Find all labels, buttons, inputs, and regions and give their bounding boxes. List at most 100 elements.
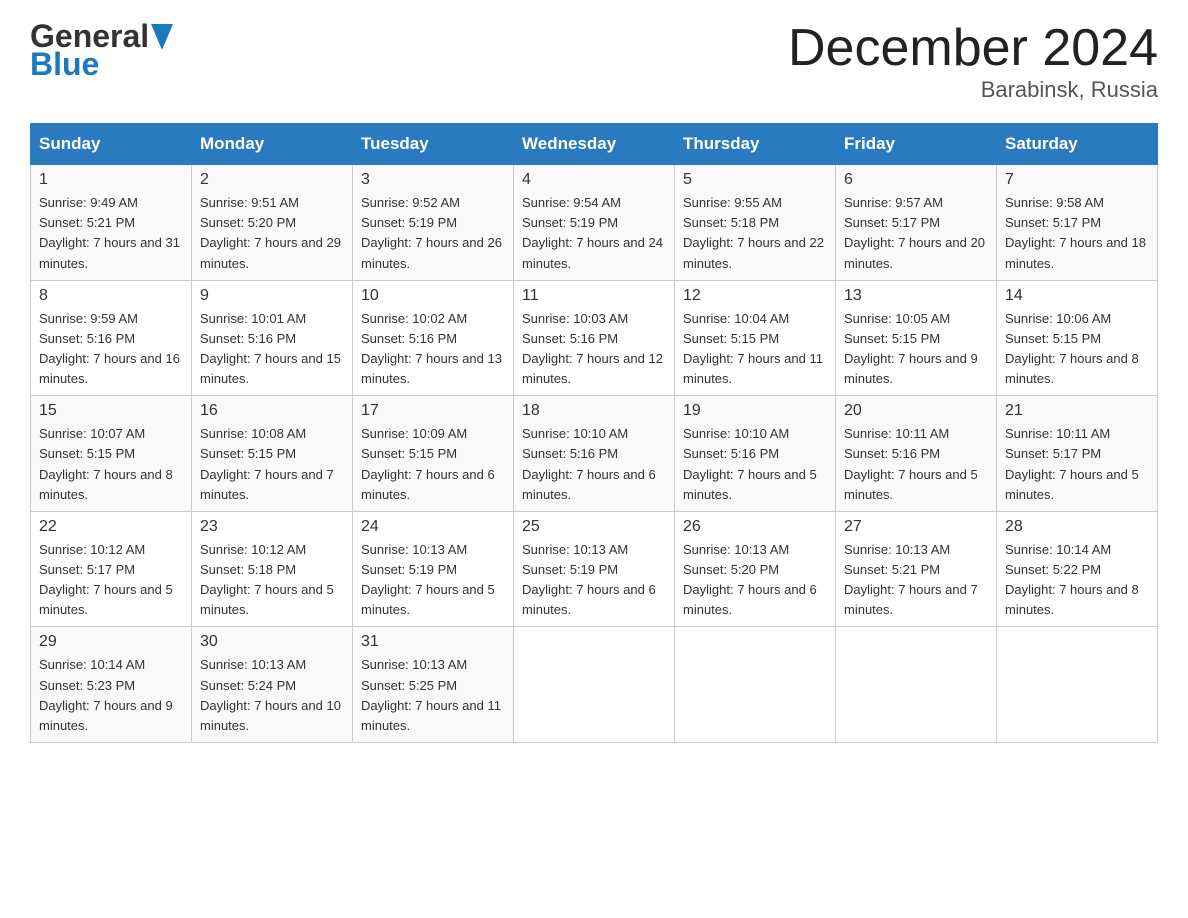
day-info: Sunrise: 9:59 AMSunset: 5:16 PMDaylight:… xyxy=(39,309,183,390)
day-info: Sunrise: 10:08 AMSunset: 5:15 PMDaylight… xyxy=(200,424,344,505)
calendar-cell: 19 Sunrise: 10:10 AMSunset: 5:16 PMDaylig… xyxy=(675,396,836,512)
day-number: 3 xyxy=(361,171,505,189)
day-info: Sunrise: 10:12 AMSunset: 5:18 PMDaylight… xyxy=(200,540,344,621)
day-number: 7 xyxy=(1005,171,1149,189)
day-info: Sunrise: 9:58 AMSunset: 5:17 PMDaylight:… xyxy=(1005,193,1149,274)
calendar-cell: 15 Sunrise: 10:07 AMSunset: 5:15 PMDaylig… xyxy=(31,396,192,512)
day-number: 12 xyxy=(683,287,827,305)
calendar-table: SundayMondayTuesdayWednesdayThursdayFrid… xyxy=(30,123,1158,743)
day-number: 15 xyxy=(39,402,183,420)
calendar-cell xyxy=(514,627,675,743)
calendar-cell: 28 Sunrise: 10:14 AMSunset: 5:22 PMDaylig… xyxy=(997,511,1158,627)
calendar-cell: 3 Sunrise: 9:52 AMSunset: 5:19 PMDaylight… xyxy=(353,165,514,281)
calendar-week-1: 1 Sunrise: 9:49 AMSunset: 5:21 PMDaylight… xyxy=(31,165,1158,281)
day-number: 17 xyxy=(361,402,505,420)
day-info: Sunrise: 10:05 AMSunset: 5:15 PMDaylight… xyxy=(844,309,988,390)
day-number: 14 xyxy=(1005,287,1149,305)
calendar-cell xyxy=(836,627,997,743)
day-number: 31 xyxy=(361,633,505,651)
day-number: 1 xyxy=(39,171,183,189)
calendar-cell: 29 Sunrise: 10:14 AMSunset: 5:23 PMDaylig… xyxy=(31,627,192,743)
weekday-header-tuesday: Tuesday xyxy=(353,124,514,165)
day-info: Sunrise: 10:14 AMSunset: 5:22 PMDaylight… xyxy=(1005,540,1149,621)
day-info: Sunrise: 10:03 AMSunset: 5:16 PMDaylight… xyxy=(522,309,666,390)
day-info: Sunrise: 10:13 AMSunset: 5:25 PMDaylight… xyxy=(361,655,505,736)
calendar-cell: 4 Sunrise: 9:54 AMSunset: 5:19 PMDaylight… xyxy=(514,165,675,281)
calendar-cell: 27 Sunrise: 10:13 AMSunset: 5:21 PMDaylig… xyxy=(836,511,997,627)
calendar-cell xyxy=(675,627,836,743)
calendar-cell: 17 Sunrise: 10:09 AMSunset: 5:15 PMDaylig… xyxy=(353,396,514,512)
day-info: Sunrise: 9:49 AMSunset: 5:21 PMDaylight:… xyxy=(39,193,183,274)
day-number: 19 xyxy=(683,402,827,420)
day-number: 18 xyxy=(522,402,666,420)
calendar-cell: 24Sunrise: 10:13 AMSunset: 5:19 PMDaylig… xyxy=(353,511,514,627)
day-info: Sunrise: 10:13 AMSunset: 5:19 PMDaylight… xyxy=(522,540,666,621)
day-number: 4 xyxy=(522,171,666,189)
day-info: Sunrise: 10:10 AMSunset: 5:16 PMDaylight… xyxy=(522,424,666,505)
weekday-header-saturday: Saturday xyxy=(997,124,1158,165)
weekday-header-sunday: Sunday xyxy=(31,124,192,165)
day-number: 2 xyxy=(200,171,344,189)
day-number: 28 xyxy=(1005,518,1149,536)
calendar-cell: 11 Sunrise: 10:03 AMSunset: 5:16 PMDaylig… xyxy=(514,280,675,396)
day-number: 25 xyxy=(522,518,666,536)
day-info: Sunrise: 10:12 AMSunset: 5:17 PMDaylight… xyxy=(39,540,183,621)
calendar-body: 1 Sunrise: 9:49 AMSunset: 5:21 PMDaylight… xyxy=(31,165,1158,743)
weekday-row: SundayMondayTuesdayWednesdayThursdayFrid… xyxy=(31,124,1158,165)
day-info: Sunrise: 10:14 AMSunset: 5:23 PMDaylight… xyxy=(39,655,183,736)
day-info: Sunrise: 10:13 AMSunset: 5:24 PMDaylight… xyxy=(200,655,344,736)
title-block: December 2024 Barabinsk, Russia xyxy=(788,20,1158,103)
day-info: Sunrise: 10:10 AMSunset: 5:16 PMDaylight… xyxy=(683,424,827,505)
calendar-header: SundayMondayTuesdayWednesdayThursdayFrid… xyxy=(31,124,1158,165)
calendar-cell: 18 Sunrise: 10:10 AMSunset: 5:16 PMDaylig… xyxy=(514,396,675,512)
day-info: Sunrise: 9:52 AMSunset: 5:19 PMDaylight:… xyxy=(361,193,505,274)
calendar-cell: 7 Sunrise: 9:58 AMSunset: 5:17 PMDaylight… xyxy=(997,165,1158,281)
day-info: Sunrise: 10:13 AMSunset: 5:21 PMDaylight… xyxy=(844,540,988,621)
calendar-week-4: 22Sunrise: 10:12 AMSunset: 5:17 PMDaylig… xyxy=(31,511,1158,627)
day-number: 27 xyxy=(844,518,988,536)
calendar-cell: 25 Sunrise: 10:13 AMSunset: 5:19 PMDaylig… xyxy=(514,511,675,627)
weekday-header-monday: Monday xyxy=(192,124,353,165)
logo-triangle-icon xyxy=(151,24,173,50)
day-info: Sunrise: 10:11 AMSunset: 5:17 PMDaylight… xyxy=(1005,424,1149,505)
calendar-cell: 30Sunrise: 10:13 AMSunset: 5:24 PMDaylig… xyxy=(192,627,353,743)
day-info: Sunrise: 10:02 AMSunset: 5:16 PMDaylight… xyxy=(361,309,505,390)
day-number: 11 xyxy=(522,287,666,305)
day-number: 29 xyxy=(39,633,183,651)
day-number: 20 xyxy=(844,402,988,420)
month-title: December 2024 xyxy=(788,20,1158,77)
day-number: 23 xyxy=(200,518,344,536)
day-info: Sunrise: 10:06 AMSunset: 5:15 PMDaylight… xyxy=(1005,309,1149,390)
day-info: Sunrise: 10:11 AMSunset: 5:16 PMDaylight… xyxy=(844,424,988,505)
day-info: Sunrise: 9:57 AMSunset: 5:17 PMDaylight:… xyxy=(844,193,988,274)
day-info: Sunrise: 9:55 AMSunset: 5:18 PMDaylight:… xyxy=(683,193,827,274)
day-info: Sunrise: 10:09 AMSunset: 5:15 PMDaylight… xyxy=(361,424,505,505)
calendar-cell: 22Sunrise: 10:12 AMSunset: 5:17 PMDaylig… xyxy=(31,511,192,627)
page-header: General Blue December 2024 Barabinsk, Ru… xyxy=(30,20,1158,103)
weekday-header-wednesday: Wednesday xyxy=(514,124,675,165)
weekday-header-thursday: Thursday xyxy=(675,124,836,165)
location: Barabinsk, Russia xyxy=(788,77,1158,103)
day-number: 21 xyxy=(1005,402,1149,420)
day-number: 9 xyxy=(200,287,344,305)
day-number: 24 xyxy=(361,518,505,536)
day-info: Sunrise: 10:04 AMSunset: 5:15 PMDaylight… xyxy=(683,309,827,390)
calendar-cell: 21 Sunrise: 10:11 AMSunset: 5:17 PMDaylig… xyxy=(997,396,1158,512)
day-info: Sunrise: 10:01 AMSunset: 5:16 PMDaylight… xyxy=(200,309,344,390)
day-number: 8 xyxy=(39,287,183,305)
day-number: 5 xyxy=(683,171,827,189)
logo-blue: Blue xyxy=(30,48,99,80)
day-number: 10 xyxy=(361,287,505,305)
day-info: Sunrise: 9:54 AMSunset: 5:19 PMDaylight:… xyxy=(522,193,666,274)
day-number: 16 xyxy=(200,402,344,420)
calendar-week-2: 8 Sunrise: 9:59 AMSunset: 5:16 PMDaylight… xyxy=(31,280,1158,396)
calendar-cell: 10 Sunrise: 10:02 AMSunset: 5:16 PMDaylig… xyxy=(353,280,514,396)
calendar-cell: 26Sunrise: 10:13 AMSunset: 5:20 PMDaylig… xyxy=(675,511,836,627)
day-info: Sunrise: 10:07 AMSunset: 5:15 PMDaylight… xyxy=(39,424,183,505)
calendar-cell: 6Sunrise: 9:57 AMSunset: 5:17 PMDaylight… xyxy=(836,165,997,281)
calendar-cell: 23 Sunrise: 10:12 AMSunset: 5:18 PMDaylig… xyxy=(192,511,353,627)
calendar-cell: 31 Sunrise: 10:13 AMSunset: 5:25 PMDaylig… xyxy=(353,627,514,743)
calendar-cell: 9 Sunrise: 10:01 AMSunset: 5:16 PMDayligh… xyxy=(192,280,353,396)
day-number: 13 xyxy=(844,287,988,305)
calendar-week-3: 15 Sunrise: 10:07 AMSunset: 5:15 PMDaylig… xyxy=(31,396,1158,512)
